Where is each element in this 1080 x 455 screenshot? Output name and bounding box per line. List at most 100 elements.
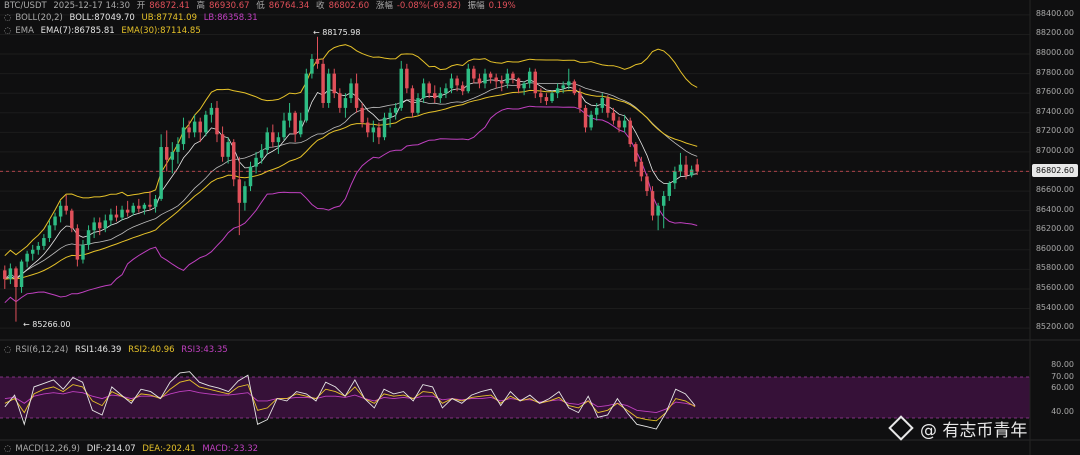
candle-body bbox=[137, 205, 141, 209]
candle bbox=[472, 65, 476, 84]
rsi1-value: RSI1:46.39 bbox=[75, 345, 122, 355]
candle-body bbox=[689, 169, 694, 176]
candle bbox=[243, 181, 247, 211]
candle bbox=[500, 75, 504, 92]
candlesticks bbox=[3, 36, 699, 322]
candle bbox=[639, 156, 644, 182]
candle bbox=[19, 259, 24, 293]
candle bbox=[695, 158, 699, 176]
high-marker: ← 88175.98 bbox=[313, 28, 361, 37]
candle-body bbox=[460, 85, 465, 92]
candle bbox=[304, 68, 309, 123]
candle bbox=[382, 112, 387, 141]
candle bbox=[220, 126, 225, 162]
candle bbox=[494, 73, 498, 89]
candle-body bbox=[388, 112, 392, 118]
candle-body bbox=[678, 164, 683, 172]
candle-body bbox=[254, 157, 258, 167]
ema-legend[interactable]: ◌ EMA EMA(7):86785.81 EMA(30):87114.85 bbox=[4, 25, 205, 37]
candle-body bbox=[321, 63, 325, 103]
candle-body bbox=[617, 120, 621, 128]
candle bbox=[589, 110, 593, 131]
amp-label: 振幅 bbox=[467, 1, 485, 11]
price-axis-tick: 87800.00 bbox=[1035, 67, 1074, 77]
candle-body bbox=[449, 78, 454, 89]
candle-body bbox=[192, 121, 197, 133]
rsi-zone bbox=[0, 377, 1030, 418]
candle bbox=[282, 112, 286, 141]
candle bbox=[187, 120, 191, 139]
candle-body bbox=[30, 249, 35, 254]
candle-body bbox=[226, 142, 230, 157]
candle bbox=[293, 110, 297, 143]
current-price-tag: 86802.60 bbox=[1032, 164, 1078, 178]
candle-body bbox=[42, 238, 46, 246]
candle-body bbox=[248, 166, 253, 187]
candle bbox=[572, 79, 577, 96]
candle-body bbox=[555, 88, 560, 94]
price-axis-tick: 88400.00 bbox=[1035, 8, 1074, 18]
candle bbox=[366, 117, 370, 138]
candle-body bbox=[360, 107, 364, 123]
candle-body bbox=[204, 114, 208, 133]
rsi-name: RSI(6,12,24) bbox=[15, 345, 69, 355]
candle bbox=[583, 104, 588, 133]
candle-body bbox=[483, 73, 487, 84]
candle bbox=[343, 93, 348, 118]
candle-body bbox=[667, 183, 672, 196]
candle-body bbox=[695, 164, 699, 172]
symbol-label: BTC/USDT bbox=[4, 1, 47, 11]
boll-legend[interactable]: ◌ BOLL(20,2) BOLL:87049.70 UB:87741.09 LB… bbox=[4, 12, 262, 24]
price-axis-tick: 86400.00 bbox=[1035, 204, 1074, 214]
candle-body bbox=[109, 214, 113, 221]
chart-canvas[interactable] bbox=[0, 0, 1080, 455]
candle bbox=[259, 144, 264, 164]
eye-icon[interactable]: ◌ bbox=[4, 444, 11, 454]
candle bbox=[198, 117, 202, 143]
candle-body bbox=[103, 220, 108, 229]
candle bbox=[53, 212, 57, 231]
candle-body bbox=[220, 134, 225, 157]
candle-body bbox=[243, 186, 247, 203]
candle-body bbox=[572, 81, 577, 94]
rsi-legend[interactable]: ◌ RSI(6,12,24) RSI1:46.39 RSI2:40.96 RSI3… bbox=[4, 344, 232, 356]
candle-body bbox=[304, 73, 309, 121]
candle-body bbox=[622, 120, 627, 128]
candle-body bbox=[673, 171, 677, 184]
candle bbox=[226, 137, 230, 164]
candle bbox=[170, 142, 175, 174]
candle-body bbox=[455, 78, 459, 86]
candle bbox=[338, 88, 342, 113]
candle bbox=[92, 217, 96, 239]
candle-body bbox=[544, 97, 549, 102]
macd-dea: DEA:-202.41 bbox=[142, 444, 196, 454]
eye-icon[interactable]: ◌ bbox=[4, 345, 11, 355]
candle bbox=[466, 63, 470, 94]
candle-body bbox=[628, 120, 632, 145]
candle-body bbox=[516, 78, 521, 89]
change-label: 涨幅 bbox=[375, 1, 393, 11]
price-axis-tick: 85600.00 bbox=[1035, 282, 1074, 292]
candle-body bbox=[332, 73, 336, 94]
candle-body bbox=[326, 73, 331, 103]
candle-body bbox=[259, 149, 264, 158]
eye-icon[interactable]: ◌ bbox=[4, 26, 11, 36]
candle-body bbox=[70, 210, 74, 229]
candle-body bbox=[343, 98, 348, 108]
candle-body bbox=[8, 268, 13, 280]
candle bbox=[192, 114, 197, 138]
candle bbox=[650, 186, 655, 221]
candle-body bbox=[271, 132, 275, 143]
candle-body bbox=[164, 147, 169, 160]
candle bbox=[209, 102, 214, 123]
close-value: 86802.60 bbox=[328, 1, 370, 11]
macd-legend[interactable]: ◌ MACD(12,26,9) DIF:-214.07 DEA:-202.41 M… bbox=[4, 443, 262, 455]
candle-body bbox=[198, 121, 202, 133]
candle-body bbox=[684, 164, 688, 176]
candle-body bbox=[661, 195, 666, 206]
candle-body bbox=[14, 268, 18, 287]
amp-value: 0.19% bbox=[488, 1, 516, 11]
eye-icon[interactable]: ◌ bbox=[4, 13, 11, 23]
price-axis-tick: 87600.00 bbox=[1035, 87, 1074, 97]
candle bbox=[421, 78, 426, 103]
